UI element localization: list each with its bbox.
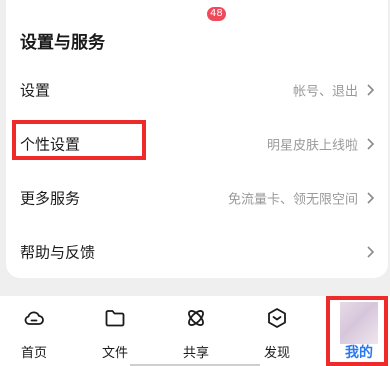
- row-more-services[interactable]: 更多服务 免流量卡、领无限空间: [6, 171, 388, 225]
- tab-files[interactable]: 文件: [85, 296, 145, 366]
- discover-cube-icon: [268, 308, 286, 328]
- row-label: 设置: [20, 81, 51, 100]
- share-unread-badge: 48: [206, 6, 227, 22]
- tab-label: 发现: [263, 346, 290, 361]
- row-help-feedback[interactable]: 帮助与反馈: [6, 225, 388, 279]
- row-hint: 帐号、退出: [292, 84, 358, 100]
- tab-label: 共享: [182, 346, 209, 361]
- avatar[interactable]: [340, 302, 378, 344]
- tab-label: 首页: [20, 346, 47, 361]
- share-atom-icon: [188, 310, 204, 326]
- row-hint: 免流量卡、领无限空间: [227, 192, 358, 208]
- row-label: 帮助与反馈: [20, 243, 96, 262]
- row-hint: 明星皮肤上线啦: [266, 138, 358, 154]
- cloud-icon: [24, 311, 44, 325]
- tab-label-mine: 我的: [345, 345, 373, 361]
- section-title: 设置与服务: [20, 33, 105, 53]
- row-settings[interactable]: 设置 帐号、退出: [6, 63, 388, 117]
- chevron-right-icon: [367, 246, 375, 258]
- chevron-right-icon: [367, 84, 375, 96]
- chevron-right-icon: [367, 192, 375, 204]
- tab-home[interactable]: 首页: [4, 296, 64, 366]
- highlight-annotation-box: [12, 120, 146, 160]
- chevron-right-icon: [367, 138, 375, 150]
- tab-label: 文件: [101, 346, 128, 361]
- tab-discover[interactable]: 发现: [247, 296, 307, 366]
- tab-share[interactable]: 共享: [166, 296, 226, 366]
- folder-icon: [105, 310, 125, 327]
- row-label: 更多服务: [20, 189, 81, 208]
